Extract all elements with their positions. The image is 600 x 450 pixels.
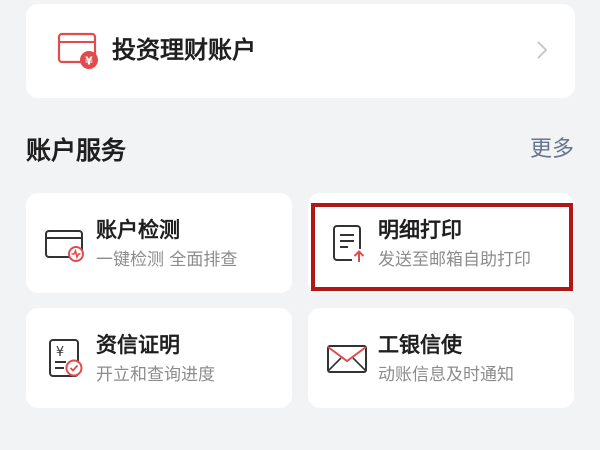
service-tile-statement-print[interactable]: 明细打印 发送至邮箱自助打印 — [308, 193, 574, 293]
service-tile-credit-certificate[interactable]: ¥ 资信证明 开立和查询进度 — [26, 308, 292, 408]
tile-title: 工银信使 — [378, 333, 462, 357]
tile-title: 资信证明 — [96, 333, 180, 357]
tile-subtitle: 开立和查询进度 — [96, 365, 215, 385]
account-check-icon — [45, 230, 84, 262]
tile-subtitle: 一键检测 全面排查 — [96, 250, 238, 270]
credit-certificate-icon: ¥ — [49, 339, 83, 377]
envelope-icon — [327, 345, 367, 373]
tile-subtitle: 发送至邮箱自助打印 — [378, 250, 531, 270]
tile-title: 明细打印 — [378, 218, 462, 242]
more-link[interactable]: 更多 — [530, 134, 574, 166]
chevron-right-icon — [537, 41, 547, 59]
tile-title: 账户检测 — [96, 218, 180, 242]
wallet-coin-icon: ¥ — [57, 32, 98, 69]
statement-print-icon — [333, 225, 366, 263]
section-title-account-services: 账户服务 — [26, 136, 127, 165]
svg-text:¥: ¥ — [85, 55, 93, 68]
invest-account-card[interactable]: ¥ 投资理财账户 — [26, 4, 575, 98]
svg-text:¥: ¥ — [56, 345, 64, 360]
tile-subtitle: 动账信息及时通知 — [378, 365, 514, 385]
service-tile-icbc-messenger[interactable]: 工银信使 动账信息及时通知 — [308, 308, 574, 408]
invest-account-label: 投资理财账户 — [112, 36, 256, 64]
service-tile-account-check[interactable]: 账户检测 一键检测 全面排查 — [26, 193, 292, 293]
